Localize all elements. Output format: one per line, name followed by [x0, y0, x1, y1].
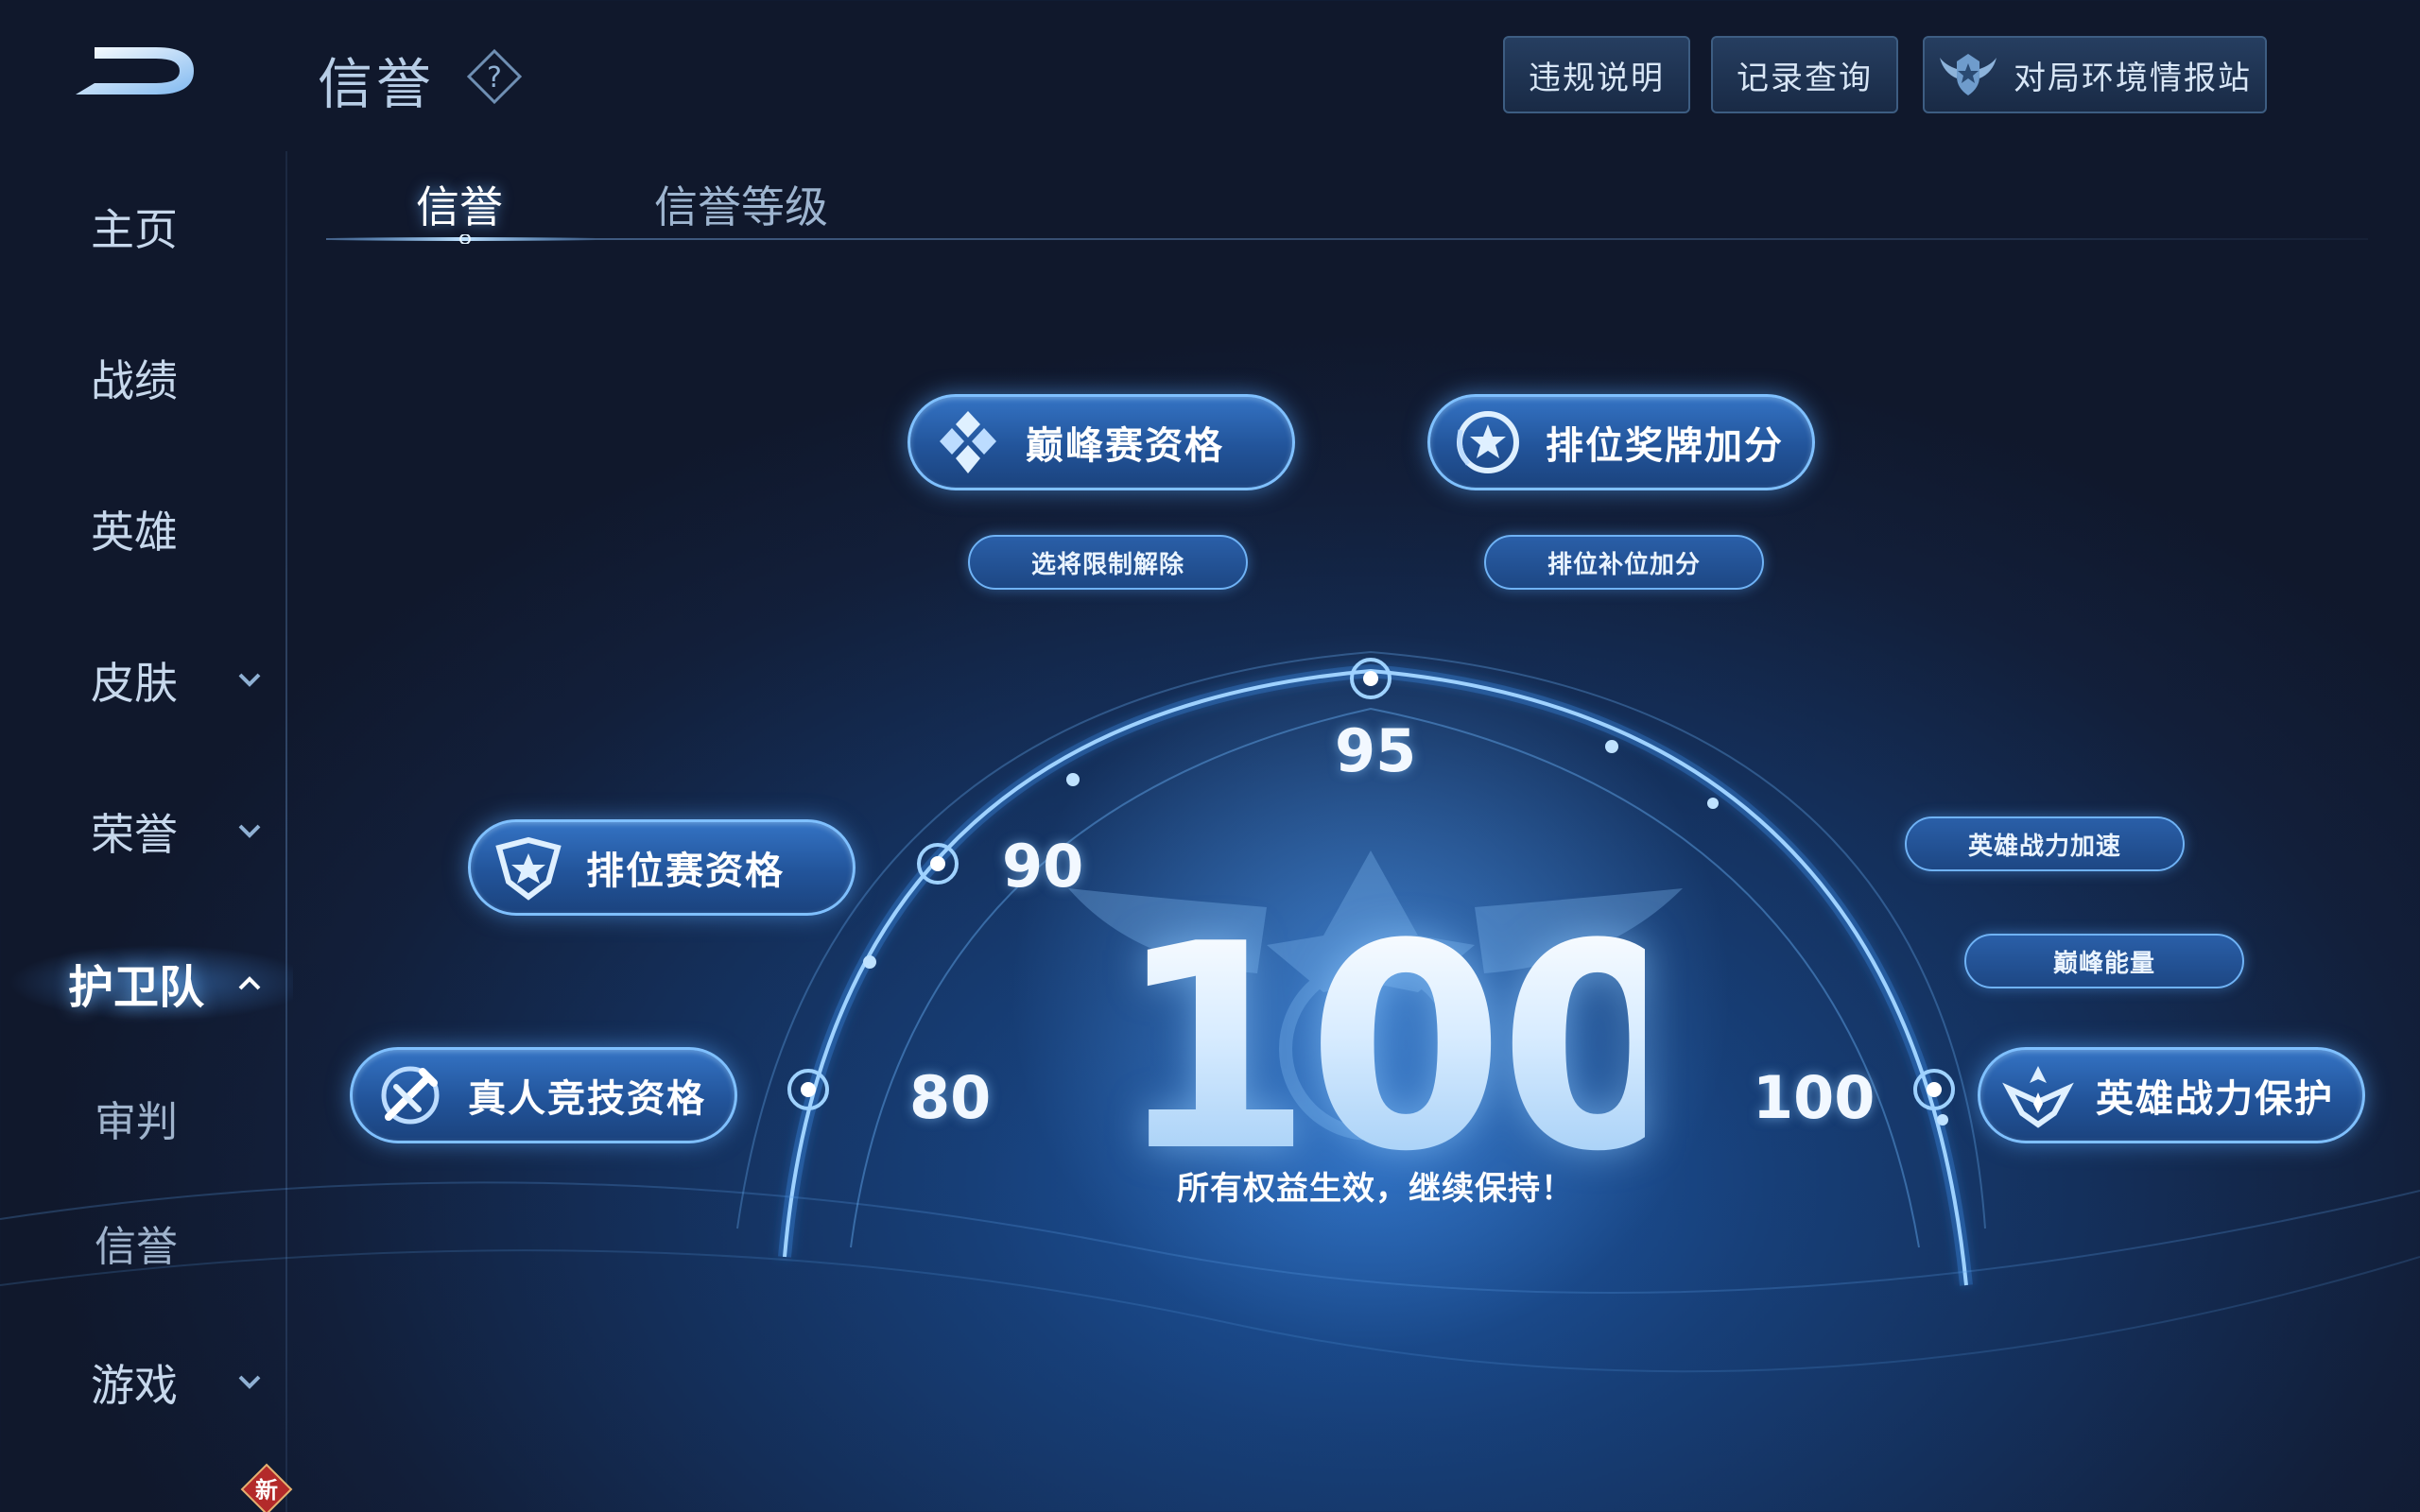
score-mark-100: 100	[1753, 1063, 1876, 1132]
active-tab-indicator	[331, 234, 596, 244]
sidebar-item-honor[interactable]: 荣誉	[38, 789, 284, 874]
hero-power-protect-button[interactable]: 英雄战力保护	[1978, 1047, 2365, 1143]
sidebar-item-label: 护卫队	[68, 961, 205, 1014]
reputation-arc	[0, 633, 2420, 1373]
arc-node-100	[1913, 1069, 1955, 1110]
ranked-qualification-label: 排位赛资格	[586, 850, 785, 893]
peak-qualification-button[interactable]: 巅峰赛资格	[908, 394, 1295, 490]
sidebar-item-label: 游戏	[91, 1360, 178, 1411]
svg-text:?: ?	[487, 61, 502, 94]
peak-energy-button[interactable]: 巅峰能量	[1964, 934, 2244, 988]
arc-node-80	[787, 1069, 829, 1110]
new-badge-label: 新	[255, 1477, 278, 1503]
score-mark-95: 95	[1335, 716, 1417, 785]
arc-node-95	[1350, 658, 1392, 699]
chevron-down-icon	[238, 673, 261, 687]
chevron-down-icon	[238, 1375, 261, 1389]
sidebar-item-home[interactable]: 主页	[38, 184, 284, 269]
sidebar-item-record[interactable]: 战绩	[38, 335, 284, 421]
report-station-button[interactable]: 对局环境情报站	[1923, 36, 2267, 113]
rules-button[interactable]: 违规说明	[1503, 36, 1690, 113]
ranked-qualification-button[interactable]: 排位赛资格	[468, 819, 856, 916]
rank-medal-bonus-button[interactable]: 排位奖牌加分	[1427, 394, 1815, 490]
ranked-shield-icon	[495, 836, 562, 901]
score-mark-80: 80	[909, 1063, 992, 1132]
records-button[interactable]: 记录查询	[1711, 36, 1898, 113]
sidebar-item-guard[interactable]: 护卫队	[38, 940, 284, 1025]
sidebar-item-label: 信誉	[95, 1223, 178, 1271]
rank-medal-bonus-label: 排位奖牌加分	[1546, 424, 1784, 468]
swords-icon	[381, 1066, 440, 1125]
sidebar-divider	[285, 151, 287, 1512]
tab-reputation[interactable]: 信誉	[416, 166, 503, 242]
sidebar-item-game[interactable]: 游戏	[38, 1340, 284, 1425]
back-icon[interactable]	[66, 38, 208, 104]
hero-unlock-button[interactable]: 选将限制解除	[968, 535, 1248, 590]
current-score: 100	[1115, 884, 1696, 1213]
hero-power-boost-button[interactable]: 英雄战力加速	[1905, 816, 2185, 871]
sidebar-item-label: 皮肤	[91, 658, 178, 709]
sidebar-item-reputation[interactable]: 信誉	[38, 1200, 284, 1285]
page-title: 信誉	[318, 52, 436, 116]
sidebar-item-label: 主页	[91, 204, 178, 255]
pvp-qualification-label: 真人竞技资格	[468, 1077, 706, 1121]
score-mark-90: 90	[1002, 832, 1084, 901]
rank-fill-bonus-button[interactable]: 排位补位加分	[1484, 535, 1764, 590]
tab-divider	[326, 238, 2368, 240]
new-badge: 新	[240, 1463, 293, 1512]
hero-emblem-icon	[2002, 1066, 2074, 1128]
sidebar-item-label: 战绩	[91, 355, 178, 406]
sidebar-item-heroes[interactable]: 英雄	[38, 487, 284, 572]
sidebar-item-label: 审判	[95, 1098, 178, 1146]
report-station-label: 对局环境情报站	[2014, 59, 2252, 97]
peak-qualification-label: 巅峰赛资格	[1026, 424, 1224, 468]
sidebar-item-label: 荣誉	[91, 809, 178, 860]
help-icon[interactable]: ?	[465, 47, 524, 106]
wings-emblem-icon	[1940, 54, 1996, 95]
sidebar-item-skins[interactable]: 皮肤	[38, 638, 284, 723]
sidebar-item-judge[interactable]: 审判	[38, 1075, 284, 1160]
medal-star-icon	[1457, 411, 1519, 473]
peak-diamond-icon	[940, 411, 996, 473]
sidebar-item-label: 英雄	[91, 507, 178, 558]
pvp-qualification-button[interactable]: 真人竞技资格	[350, 1047, 737, 1143]
status-message: 所有权益生效，继续保持！	[1177, 1170, 1574, 1208]
hero-power-protect-label: 英雄战力保护	[2096, 1077, 2334, 1121]
chevron-down-icon	[238, 824, 261, 838]
arc-node-90	[917, 843, 959, 885]
chevron-up-icon	[238, 976, 261, 990]
tab-reputation-level[interactable]: 信誉等级	[654, 166, 828, 242]
